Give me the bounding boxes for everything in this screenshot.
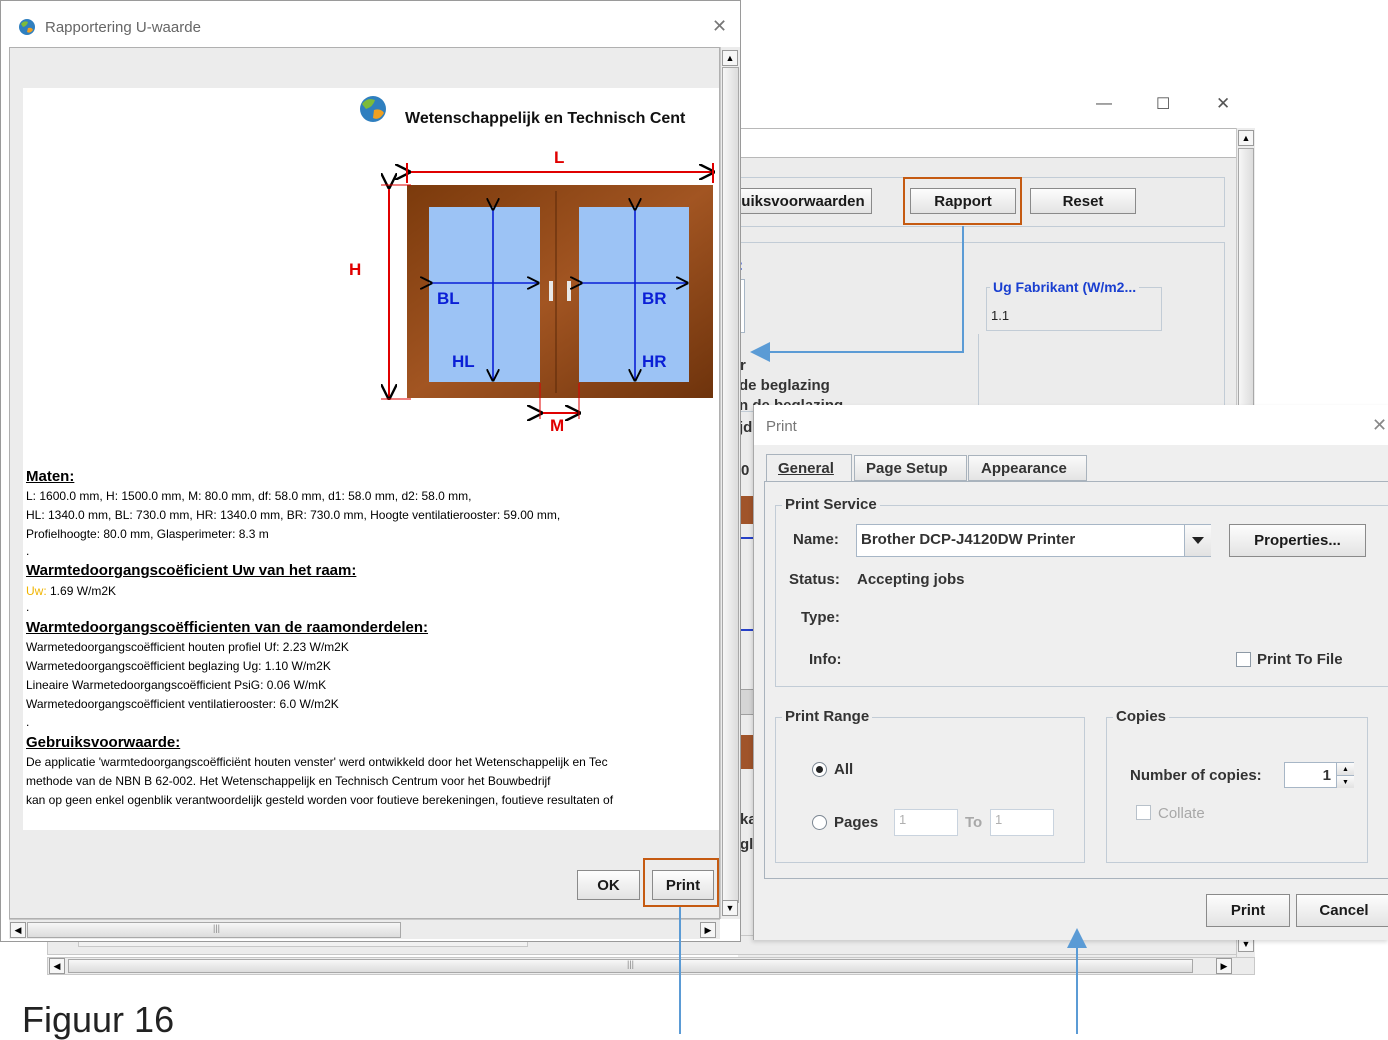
figure-caption: Figuur 16 [22,999,175,1040]
annotation-arrows [679,226,1087,1034]
